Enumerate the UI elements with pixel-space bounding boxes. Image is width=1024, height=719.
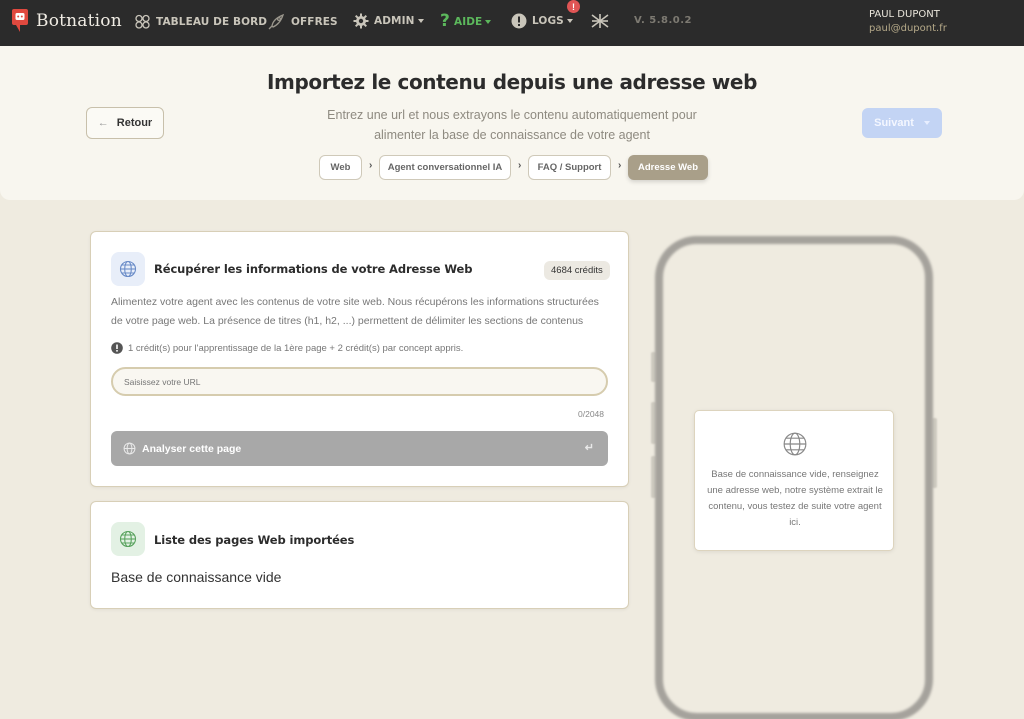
- chevron-down-icon: [923, 121, 930, 125]
- url-char-counter: 0/2048: [578, 409, 604, 419]
- rocket-icon: [268, 13, 286, 30]
- breadcrumb-faq[interactable]: FAQ / Support: [528, 155, 611, 180]
- globe-icon: [782, 431, 808, 462]
- import-card-description: Alimentez votre agent avec les contenus …: [111, 296, 599, 327]
- nav-logs-label: LOGS: [532, 15, 564, 27]
- import-card-title: Récupérer les informations de votre Adre…: [154, 262, 473, 276]
- breadcrumb-agent[interactable]: Agent conversationnel IA: [379, 155, 511, 180]
- gear-icon: [353, 13, 369, 29]
- chevron-down-icon: [485, 20, 492, 24]
- top-navbar: Botnation TABLEAU DE BORD OFFRES ADMIN ?…: [0, 0, 1024, 46]
- analyze-page-button[interactable]: Analyser cette page ↵: [111, 431, 608, 466]
- empty-knowledge-base: Base de connaissance vide: [111, 569, 282, 585]
- user-name: PAUL DUPONT: [869, 9, 940, 20]
- imported-pages-title: Liste des pages Web importées: [154, 533, 355, 547]
- agent-preview-text: Base de connaissance vide, renseignez un…: [707, 469, 883, 528]
- nav-dashboard[interactable]: TABLEAU DE BORD: [134, 13, 267, 30]
- analyze-page-label: Analyser cette page: [142, 442, 242, 455]
- nav-logs[interactable]: LOGS: [511, 13, 573, 29]
- credit-info: 1 crédit(s) pour l'apprentissage de la 1…: [111, 342, 463, 354]
- nav-help[interactable]: ? AIDE: [440, 11, 492, 31]
- back-button-label: Retour: [116, 117, 153, 129]
- back-button[interactable]: ← Retour: [86, 107, 164, 139]
- credits-badge: 4684 crédits: [544, 261, 610, 280]
- chevron-down-icon: [566, 19, 573, 23]
- alert-circle-icon: [511, 13, 527, 29]
- nav-offers[interactable]: OFFRES: [268, 13, 338, 30]
- page-title: Importez le contenu depuis une adresse w…: [266, 70, 757, 94]
- breadcrumb-separator-icon: ›: [618, 160, 622, 171]
- agent-preview-card: Base de connaissance vide, renseignez un…: [694, 410, 894, 551]
- nav-help-label: AIDE: [453, 16, 483, 28]
- url-input[interactable]: [111, 367, 608, 396]
- credit-info-text: 1 crédit(s) pour l'apprentissage de la 1…: [128, 342, 464, 354]
- question-icon: ?: [440, 11, 450, 31]
- info-circle-icon: [111, 342, 123, 354]
- user-email: paul@dupont.fr: [869, 23, 947, 34]
- brand-logo[interactable]: Botnation: [10, 8, 122, 34]
- app-version: V. 5.8.0.2: [634, 15, 692, 26]
- dashboard-icon: [134, 13, 151, 30]
- language-switch[interactable]: [591, 13, 614, 29]
- globe-icon: [111, 252, 145, 286]
- nav-offers-label: OFFRES: [291, 15, 338, 28]
- breadcrumb-separator-icon: ›: [369, 160, 373, 171]
- enter-key-icon: ↵: [584, 442, 594, 454]
- nav-admin-label: ADMIN: [374, 15, 415, 27]
- page-subtitle: Entrez une url et nous extrayons le cont…: [327, 108, 697, 142]
- breadcrumb-web[interactable]: Web: [319, 155, 362, 180]
- next-button-label: Suivant: [874, 117, 914, 129]
- logs-notification-badge: !: [567, 0, 580, 13]
- brand-name: Botnation: [36, 11, 122, 31]
- next-button[interactable]: Suivant: [862, 108, 942, 138]
- breadcrumb-web-address[interactable]: Adresse Web: [628, 155, 708, 180]
- import-url-card: Récupérer les informations de votre Adre…: [90, 231, 629, 487]
- uk-flag-icon: [591, 13, 609, 29]
- chevron-down-icon: [417, 19, 424, 23]
- botnation-logo-icon: [10, 8, 30, 34]
- arrow-left-icon: ←: [97, 117, 109, 129]
- nav-dashboard-label: TABLEAU DE BORD: [156, 15, 268, 28]
- globe-icon: [123, 442, 136, 455]
- nav-admin[interactable]: ADMIN: [353, 13, 424, 29]
- user-menu[interactable]: PAUL DUPONT paul@dupont.fr: [869, 9, 947, 34]
- page-header: Importez le contenu depuis une adresse w…: [0, 46, 1024, 200]
- breadcrumb-separator-icon: ›: [518, 160, 522, 171]
- globe-icon: [111, 522, 145, 556]
- imported-pages-card: Liste des pages Web importées Base de co…: [90, 501, 629, 609]
